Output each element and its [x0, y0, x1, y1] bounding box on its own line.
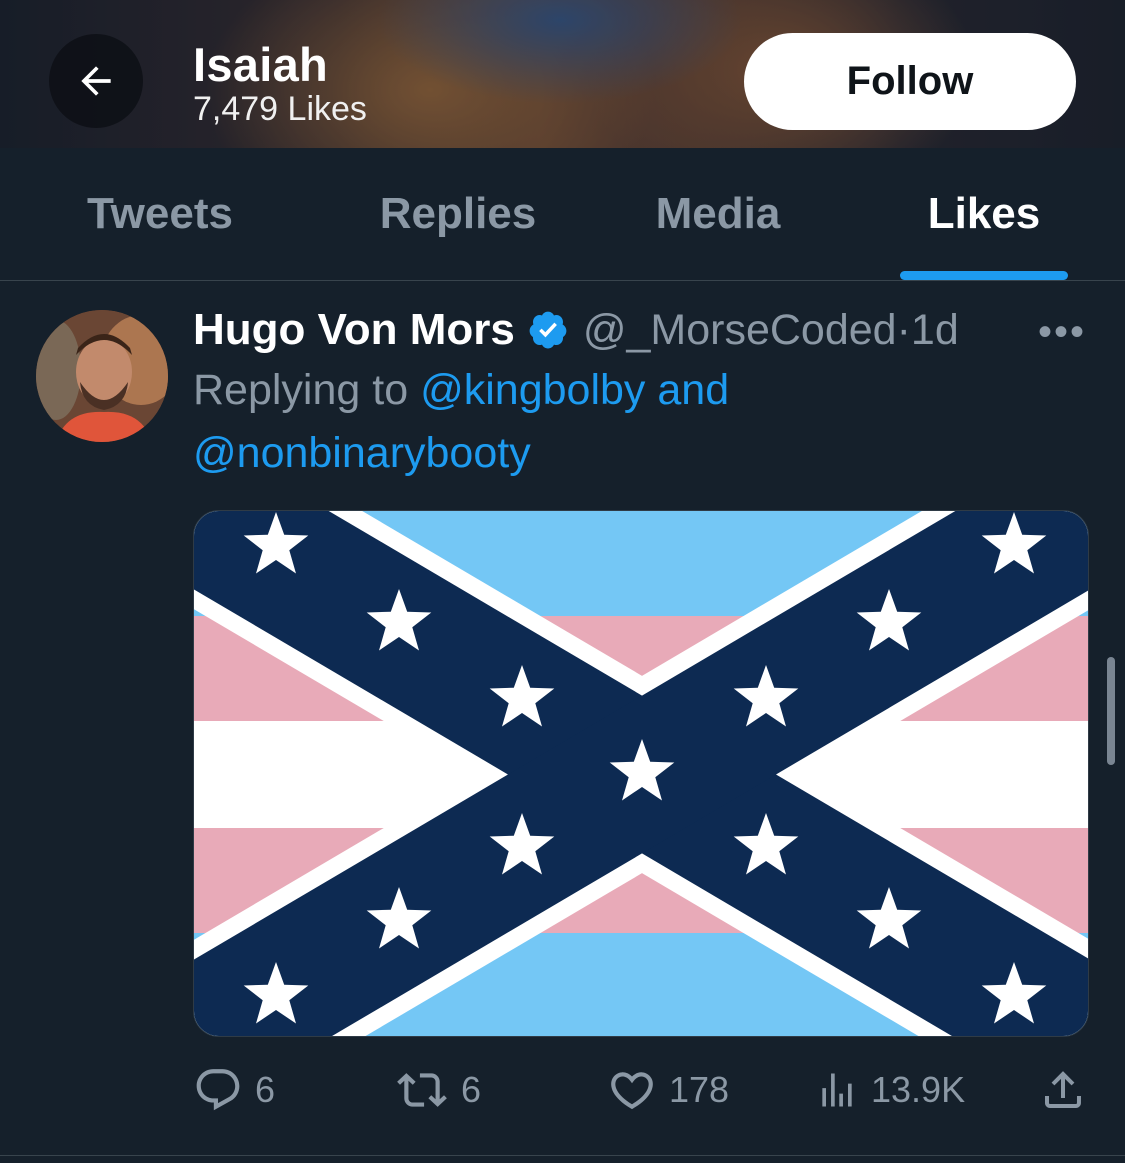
- reply-mention-link[interactable]: @kingbolby: [420, 366, 645, 414]
- views-button[interactable]: 13.9K: [815, 1060, 965, 1120]
- like-count: 178: [669, 1069, 730, 1110]
- share-icon: [1045, 1071, 1081, 1108]
- profile-tabs: Tweets Replies Media Likes: [0, 148, 1125, 281]
- author-name[interactable]: Hugo Von Mors: [193, 305, 515, 355]
- divider: [0, 1155, 1125, 1156]
- views-count: 13.9K: [871, 1069, 966, 1110]
- tweet-media-image[interactable]: [193, 510, 1089, 1037]
- profile-header: Isaiah 7,479 Likes Follow: [0, 0, 1125, 148]
- share-button[interactable]: [1039, 1060, 1087, 1120]
- avatar[interactable]: [36, 310, 168, 442]
- retweet-count: 6: [461, 1069, 482, 1110]
- tweet-actions: 6 6 178 13.9K: [193, 1060, 1093, 1120]
- arrow-left-icon: [81, 66, 111, 96]
- reply-mention-link-2[interactable]: @nonbinarybooty: [193, 428, 531, 478]
- follow-button[interactable]: Follow: [744, 33, 1076, 130]
- author-handle[interactable]: @_MorseCoded·1d: [583, 306, 959, 355]
- replying-to-line: Replying to @kingbolby and: [193, 366, 730, 414]
- verified-badge-icon: [527, 309, 569, 351]
- like-button[interactable]: 178: [607, 1060, 729, 1120]
- tab-replies[interactable]: Replies: [338, 148, 578, 280]
- tab-tweets[interactable]: Tweets: [40, 148, 280, 280]
- tab-media[interactable]: Media: [598, 148, 838, 280]
- active-tab-indicator: [900, 271, 1068, 280]
- tweet-header: Hugo Von Mors @_MorseCoded·1d: [193, 304, 959, 356]
- reply-count: 6: [255, 1069, 276, 1110]
- back-button[interactable]: [49, 34, 143, 128]
- heart-icon: [611, 1072, 653, 1110]
- profile-name: Isaiah: [193, 38, 329, 91]
- likes-count: 7,479 Likes: [193, 90, 367, 128]
- scrollbar[interactable]: [1107, 657, 1115, 765]
- tab-likes[interactable]: Likes: [864, 148, 1104, 280]
- tweet-time: 1d: [910, 305, 959, 354]
- retweet-button[interactable]: 6: [395, 1060, 481, 1120]
- retweet-icon: [397, 1073, 447, 1107]
- more-options-icon[interactable]: •••: [1038, 310, 1086, 355]
- views-chart-icon: [822, 1073, 852, 1107]
- reply-button[interactable]: 6: [193, 1060, 275, 1120]
- reply-icon: [196, 1069, 240, 1111]
